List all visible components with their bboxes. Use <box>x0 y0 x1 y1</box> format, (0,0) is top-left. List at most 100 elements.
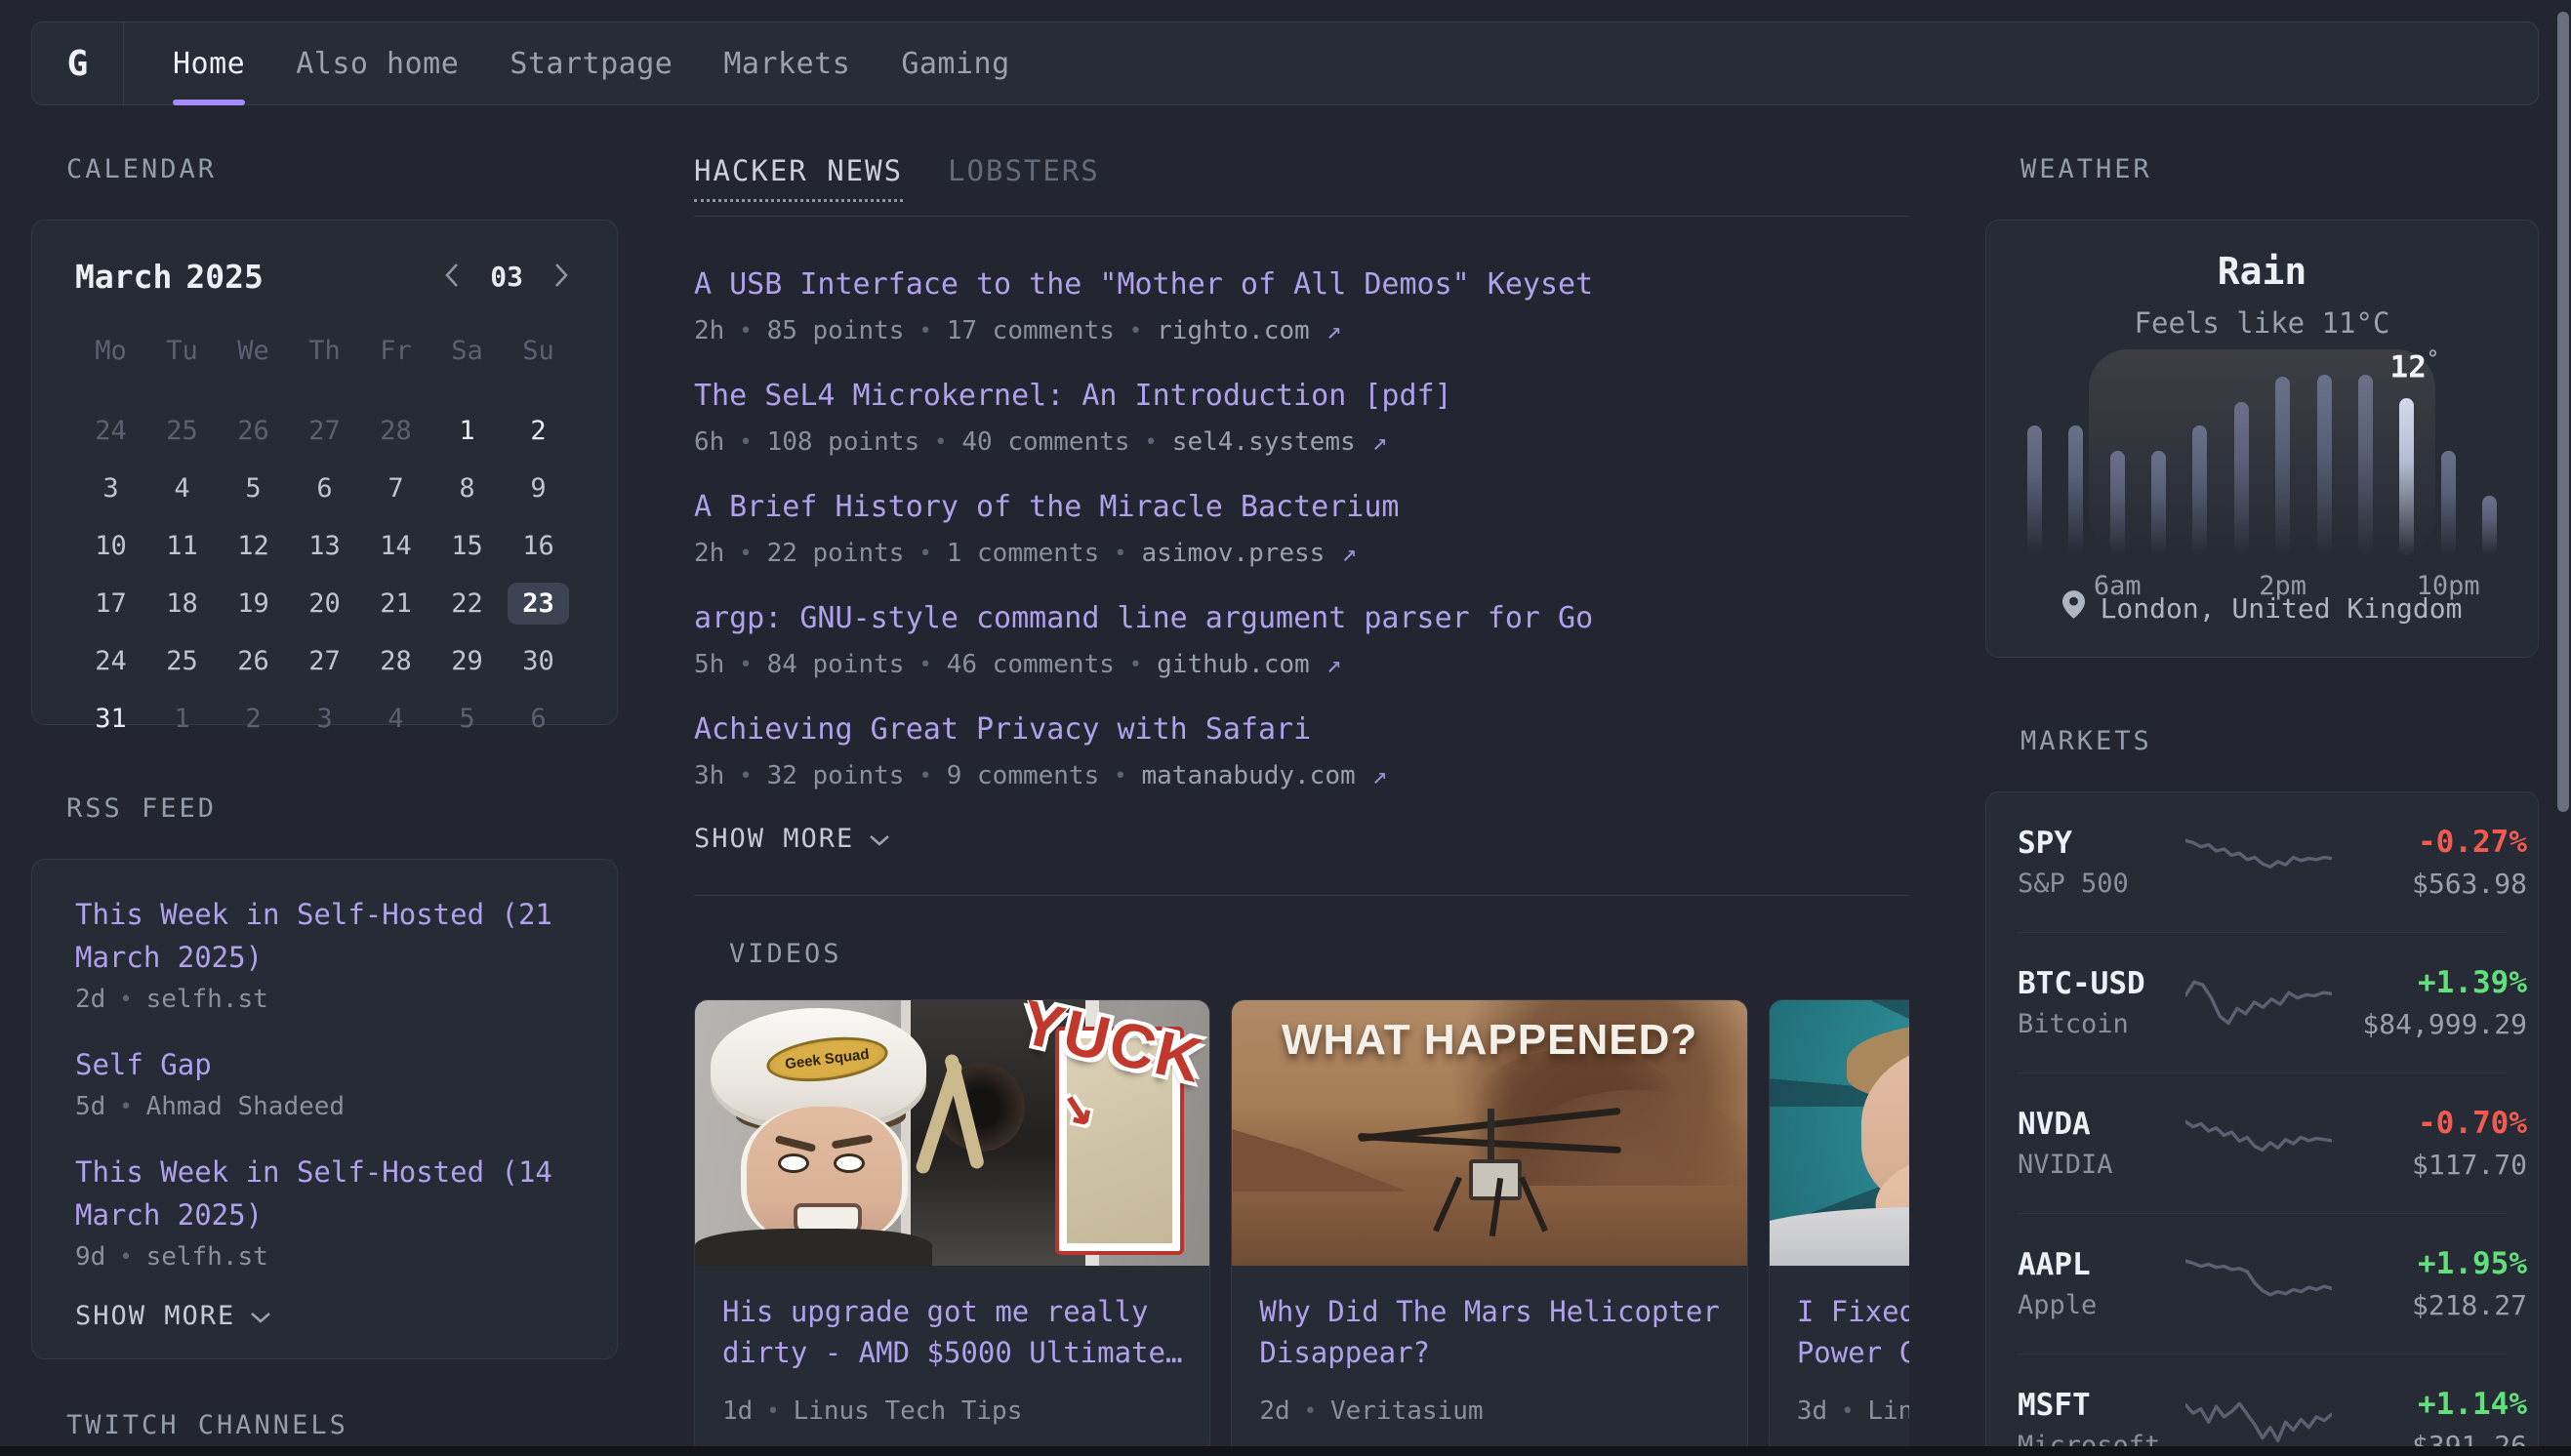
nav-tab[interactable]: Startpage <box>510 22 673 104</box>
news-tab[interactable]: LOBSTERS <box>948 154 1100 199</box>
video-age: 3d <box>1797 1396 1827 1426</box>
news-item-points: 108 points <box>767 427 920 457</box>
weather-condition: Rain <box>2025 250 2499 293</box>
market-change: -0.70% <box>2332 1106 2527 1141</box>
rss-item: This Week in Self-Hosted (14March 2025) … <box>75 1151 574 1272</box>
news-item-domain-link[interactable]: matanabudy.com <box>1142 761 1356 790</box>
show-more-label: SHOW MORE <box>694 824 854 854</box>
nav-tab-label: Startpage <box>510 47 673 81</box>
video-thumbnail[interactable]: DOTHT <box>1770 1000 1909 1266</box>
calendar-weekday: Th <box>289 326 360 375</box>
scrollbar-thumb[interactable] <box>2557 12 2569 812</box>
weather-bar <box>2027 375 2042 555</box>
news-item-title[interactable]: A USB Interface to the "Mother of All De… <box>694 267 1909 303</box>
news-item-domain-link[interactable]: sel4.systems <box>1172 427 1356 457</box>
market-row[interactable]: SPY S&P 500 -0.27% $563.98 <box>2018 792 2507 932</box>
dot-separator: • <box>934 430 947 455</box>
sparkline-chart <box>2185 1395 2332 1454</box>
rss-item-title[interactable]: Self Gap <box>75 1043 574 1086</box>
next-month-button[interactable] <box>549 257 574 297</box>
calendar-day: 10 <box>75 517 146 575</box>
video-title-line[interactable]: His upgrade got me really <box>722 1291 1182 1332</box>
calendar-day: 2 <box>218 690 289 748</box>
video-title[interactable]: Why Did The Mars HelicopterDisappear? <box>1259 1291 1719 1373</box>
rss-item-title[interactable]: This Week in Self-Hosted (21March 2025) <box>75 893 574 979</box>
weather-heading: WEATHER <box>1985 154 2539 184</box>
video-title-line[interactable]: Why Did The Mars Helicopter <box>1259 1291 1719 1332</box>
calendar-day-grid: 2425262728123456789101112131415161718192… <box>75 402 574 748</box>
dot-separator: • <box>1841 1399 1854 1424</box>
rss-show-more-button[interactable]: SHOW MORE <box>75 1301 272 1331</box>
rss-item: Self Gap 5d • Ahmad Shadeed <box>75 1043 574 1121</box>
news-item-comments: 17 comments <box>947 316 1115 345</box>
video-card[interactable]: DOTHT I Fixed the 5Power Connect 3d • Li… <box>1769 999 1909 1456</box>
calendar-heading: CALENDAR <box>31 154 618 184</box>
market-sparkline <box>2185 1114 2332 1173</box>
weather-bar <box>2151 375 2166 555</box>
rss-widget: This Week in Self-Hosted (21March 2025) … <box>31 859 618 1359</box>
external-link-icon: ↗ <box>1326 316 1342 345</box>
news-list: A USB Interface to the "Mother of All De… <box>694 217 1909 790</box>
video-card[interactable]: WHAT HAPPENED? Why Did The Mars Helicopt… <box>1231 999 1747 1456</box>
app-logo[interactable]: G <box>32 22 124 104</box>
news-item-domain-link[interactable]: righto.com <box>1157 316 1310 345</box>
calendar-day: 1 <box>431 402 503 460</box>
video-title[interactable]: His upgrade got me reallydirty - AMD $50… <box>722 1291 1182 1373</box>
news-show-more-button[interactable]: SHOW MORE <box>694 824 891 854</box>
calendar-day: 28 <box>360 632 431 690</box>
news-item-comments: 46 comments <box>947 650 1115 679</box>
news-item-title[interactable]: argp: GNU-style command line argument pa… <box>694 601 1909 636</box>
dot-separator: • <box>918 542 931 566</box>
dot-separator: • <box>1129 319 1142 344</box>
weather-widget: Rain Feels like 11°C 6am2pm12°10pm Londo… <box>1985 220 2539 658</box>
rss-item: This Week in Self-Hosted (21March 2025) … <box>75 893 574 1014</box>
market-row[interactable]: AAPL Apple +1.95% $218.27 <box>2018 1213 2507 1354</box>
nav-tab[interactable]: Markets <box>723 22 850 104</box>
news-item-domain-link[interactable]: github.com <box>1157 650 1310 679</box>
scrollbar-track[interactable] <box>2555 0 2571 1456</box>
news-tabs: HACKER NEWS LOBSTERS <box>694 154 1909 202</box>
video-title-line[interactable]: Disappear? <box>1259 1332 1719 1373</box>
news-item-title[interactable]: A Brief History of the Miracle Bacterium <box>694 490 1909 525</box>
video-title-line[interactable]: dirty - AMD $5000 Ultimate… <box>722 1332 1182 1373</box>
calendar-day: 20 <box>289 575 360 632</box>
news-item-title[interactable]: The SeL4 Microkernel: An Introduction [p… <box>694 379 1909 414</box>
calendar-year: 2025 <box>185 258 263 296</box>
video-card[interactable]: Geek Squad YUCK ↘ His upgrade got me rea… <box>694 999 1210 1456</box>
calendar-day: 5 <box>431 690 503 748</box>
sparkline-chart <box>2185 833 2332 892</box>
dot-separator: • <box>918 319 931 344</box>
video-title-line[interactable]: I Fixed the 5 <box>1797 1291 1909 1332</box>
video-title[interactable]: I Fixed the 5Power Connect <box>1797 1291 1909 1373</box>
nav-tab[interactable]: Gaming <box>901 22 1009 104</box>
video-thumbnail[interactable]: Geek Squad YUCK ↘ <box>695 1000 1209 1266</box>
calendar-day: 25 <box>146 632 218 690</box>
prev-month-button[interactable] <box>439 257 465 297</box>
calendar-day: 4 <box>360 690 431 748</box>
video-title-line[interactable]: Power Connect <box>1797 1332 1909 1373</box>
calendar-day: 2 <box>503 402 574 460</box>
news-item-domain-link[interactable]: asimov.press <box>1142 539 1326 568</box>
rss-item-meta: 5d • Ahmad Shadeed <box>75 1092 574 1121</box>
nav-tab[interactable]: Home <box>173 22 245 104</box>
rss-item-source: selfh.st <box>146 1242 268 1272</box>
market-row[interactable]: NVDA NVIDIA -0.70% $117.70 <box>2018 1072 2507 1213</box>
calendar-weekday: Fr <box>360 326 431 375</box>
weather-bar <box>2317 375 2332 555</box>
rss-item-age: 5d <box>75 1092 105 1121</box>
news-tab[interactable]: HACKER NEWS <box>694 154 903 202</box>
nav-tab[interactable]: Also home <box>296 22 459 104</box>
market-row[interactable]: MSFT Microsoft +1.14% $391.26 <box>2018 1354 2507 1456</box>
rss-item-title[interactable]: This Week in Self-Hosted (14March 2025) <box>75 1151 574 1236</box>
chevron-down-icon <box>868 824 891 854</box>
news-item-title[interactable]: Achieving Great Privacy with Safari <box>694 712 1909 748</box>
video-thumbnail[interactable]: WHAT HAPPENED? <box>1232 1000 1746 1266</box>
nav-tab-label: Also home <box>296 47 459 81</box>
calendar-day: 5 <box>218 460 289 517</box>
news-item: argp: GNU-style command line argument pa… <box>694 601 1909 679</box>
market-row[interactable]: BTC-USD Bitcoin +1.39% $84,999.29 <box>2018 932 2507 1072</box>
news-item-meta: 6h • 108 points • 40 comments • sel4.sys… <box>694 427 1909 457</box>
right-column: WEATHER Rain Feels like 11°C 6am2pm12°10… <box>1985 154 2539 1456</box>
hour-label: 10pm <box>2417 571 2480 601</box>
video-meta: 3d • Linus Tec <box>1797 1396 1909 1426</box>
